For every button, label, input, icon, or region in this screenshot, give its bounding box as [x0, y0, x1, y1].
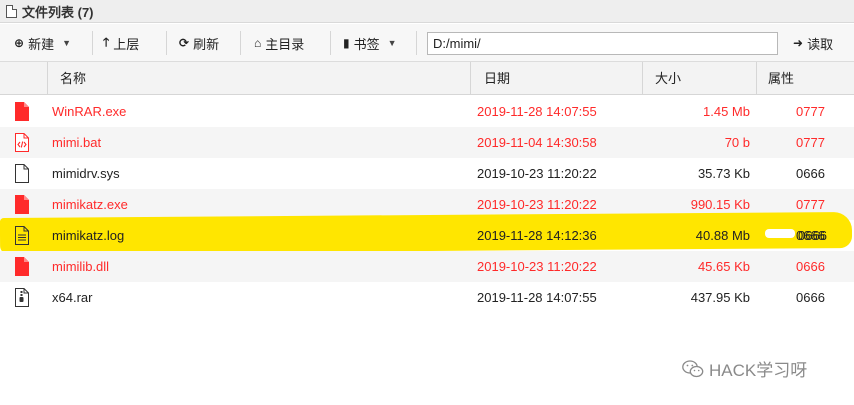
file-date: 2019-11-04 14:30:58: [477, 135, 597, 150]
file-size: 35.73 Kb: [697, 166, 750, 181]
file-list-icon: [6, 4, 17, 18]
toolbar-divider: [330, 31, 331, 55]
bookmark-button[interactable]: ▮ 书签 ▼: [343, 31, 397, 55]
table-row[interactable]: WinRAR.exe 2019-11-28 14:07:55 1.45 Mb 0…: [0, 96, 854, 127]
file-attr: 0666: [796, 259, 825, 274]
wechat-icon: [682, 359, 704, 377]
file-attr: 0777: [796, 104, 825, 119]
file-archive-icon: [15, 288, 29, 307]
file-name: WinRAR.exe: [52, 104, 127, 119]
home-button[interactable]: ⌂ 主目录: [254, 31, 304, 55]
file-size: 40.88 Mb: [695, 228, 750, 243]
column-divider: [756, 62, 757, 95]
file-name: mimikatz.log: [52, 228, 125, 243]
path-input[interactable]: [427, 32, 778, 55]
file-date: 2019-11-28 14:12:36: [477, 228, 597, 243]
read-button-label: 读取: [807, 36, 834, 52]
file-name: mimikatz.exe: [52, 197, 128, 212]
column-divider: [642, 62, 643, 95]
refresh-button-label: 刷新: [193, 36, 220, 52]
file-attr: 0777: [796, 135, 825, 150]
toolbar-divider: [240, 31, 241, 55]
file-attr: 0666: [796, 166, 825, 181]
file-outline-icon: [15, 164, 29, 183]
file-table-header: 名称 日期 大小 属性: [0, 62, 854, 95]
file-attr: 0666: [798, 228, 827, 243]
table-row[interactable]: mimidrv.sys 2019-10-23 11:20:22 35.73 Kb…: [0, 158, 854, 189]
column-header-date[interactable]: 日期: [484, 62, 510, 95]
highlight-gap: [765, 229, 795, 238]
file-size: 437.95 Kb: [690, 290, 750, 305]
window-titlebar: 文件列表 (7): [0, 0, 854, 23]
table-row[interactable]: x64.rar 2019-11-28 14:07:55 437.95 Kb 06…: [0, 282, 854, 313]
file-code-icon: [15, 133, 29, 152]
up-button[interactable]: 🡑 上层: [103, 31, 139, 55]
arrow-right-icon: ➜: [793, 36, 804, 50]
refresh-button[interactable]: ⟳ 刷新: [179, 31, 219, 55]
toolbar: ⊕ 新建 ▼ 🡑 上层 ⟳ 刷新 ⌂ 主目录 ▮ 书签 ▼ ➜ 读取: [0, 24, 854, 62]
file-name: mimilib.dll: [52, 259, 110, 274]
column-header-size[interactable]: 大小: [655, 62, 681, 95]
chevron-down-icon: ▼: [387, 38, 397, 48]
file-red-icon: [15, 195, 29, 214]
file-date: 2019-10-23 11:20:22: [477, 166, 597, 181]
file-red-icon: [15, 102, 29, 121]
up-button-label: 上层: [113, 36, 140, 52]
file-date: 2019-11-28 14:07:55: [477, 290, 597, 305]
file-name: mimidrv.sys: [52, 166, 120, 181]
plus-circle-icon: ⊕: [14, 36, 25, 50]
watermark-text: HACK学习呀: [709, 361, 808, 380]
file-size: 70 b: [724, 135, 750, 150]
home-icon: ⌂: [254, 36, 262, 50]
refresh-icon: ⟳: [179, 36, 190, 50]
file-name: mimi.bat: [52, 135, 102, 150]
file-size: 45.65 Kb: [697, 259, 750, 274]
arrow-up-icon: 🡑: [103, 34, 110, 49]
chevron-down-icon: ▼: [62, 38, 71, 48]
toolbar-divider: [92, 31, 93, 55]
column-header-attr[interactable]: 属性: [768, 62, 794, 95]
column-header-name[interactable]: 名称: [60, 62, 86, 95]
read-button[interactable]: ➜ 读取: [793, 31, 833, 55]
table-row[interactable]: mimikatz.log 2019-11-28 14:12:36 40.88 M…: [0, 220, 854, 251]
bookmark-button-label: 书签: [353, 36, 380, 52]
new-button[interactable]: ⊕ 新建 ▼: [14, 31, 71, 55]
file-size: 1.45 Mb: [703, 104, 750, 119]
new-button-label: 新建: [28, 36, 55, 52]
table-row[interactable]: mimilib.dll 2019-10-23 11:20:22 45.65 Kb…: [0, 251, 854, 282]
home-button-label: 主目录: [265, 36, 305, 52]
file-red-icon: [15, 257, 29, 276]
window-title: 文件列表 (7): [22, 4, 94, 20]
watermark: HACK学习呀: [682, 356, 807, 381]
toolbar-divider: [166, 31, 167, 55]
toolbar-divider: [416, 31, 417, 55]
file-date: 2019-11-28 14:07:55: [477, 104, 597, 119]
file-text-icon: [15, 226, 29, 245]
file-attr: 0666: [796, 290, 825, 305]
table-row[interactable]: mimi.bat 2019-11-04 14:30:58 70 b 0777: [0, 127, 854, 158]
file-date: 2019-10-23 11:20:22: [477, 259, 597, 274]
bookmark-icon: ▮: [343, 36, 350, 50]
column-divider: [470, 62, 471, 95]
column-divider: [47, 62, 48, 95]
file-name: x64.rar: [52, 290, 93, 305]
